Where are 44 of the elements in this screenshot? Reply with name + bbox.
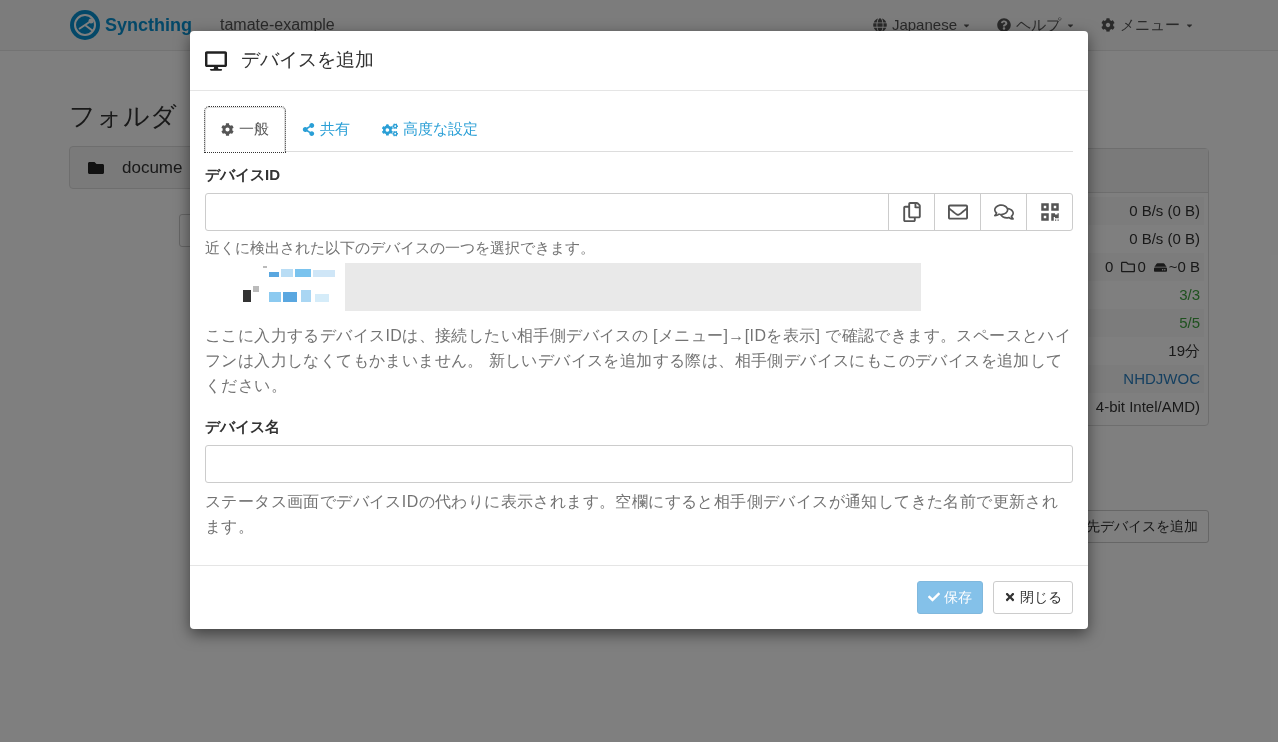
brand-name[interactable]: Syncthing	[105, 11, 192, 39]
tab[interactable]: 高度な設定	[367, 107, 493, 152]
folder-icon	[1121, 260, 1136, 274]
settings-icon	[1101, 18, 1115, 32]
folder-count: 0	[1137, 256, 1146, 277]
copy-icon	[901, 201, 922, 222]
device-id-link[interactable]: NHDJWOC	[1123, 367, 1200, 391]
device-name-field[interactable]	[205, 444, 1073, 483]
help-text: 近くに検出された以下のデバイスの一つを選択できます。	[205, 237, 596, 258]
stat-value: 0 B/s (0 B)	[1129, 200, 1200, 221]
dialog-title: デバイスを追加	[241, 48, 374, 73]
gears-icon	[382, 121, 398, 138]
tab[interactable]: 一般	[205, 107, 285, 152]
nav-menu[interactable]: メニュー	[1101, 13, 1194, 37]
device-name: tamate-example	[220, 15, 335, 35]
nav-menu[interactable]: Japanese	[872, 13, 971, 37]
stat-value: 4-bit Intel/AMD)	[1095, 396, 1200, 417]
drive-icon	[1153, 260, 1167, 274]
field-label: デバイスID	[205, 165, 281, 185]
size-value: ~0 B	[1168, 256, 1200, 277]
file-count: 0	[1105, 256, 1114, 277]
gear-icon	[221, 123, 234, 136]
share-icon	[302, 123, 315, 136]
logo-icon	[69, 9, 101, 41]
speech-bubbles-icon	[993, 201, 1014, 222]
qr-code-icon	[1039, 201, 1060, 222]
globe-icon	[872, 18, 887, 32]
device-id-field[interactable]	[205, 192, 1073, 231]
tab[interactable]: 共有	[287, 107, 365, 152]
close-button[interactable]: 閉じる	[993, 580, 1073, 614]
stat-value: 3/3	[1179, 284, 1200, 305]
stat-value: 0 B/s (0 B)	[1129, 228, 1200, 249]
folder-name: docume	[122, 156, 183, 179]
stat-value: 5/5	[1179, 312, 1200, 333]
help-text: ここに入力するデバイスIDは、接続したい相手側デバイスの [メニュー]→[IDを表示] で確認できます。スペースとハイフンは入力しなくてもかまいません。 新しいデバイスを追加する際は、相手側デバイスにもこのデバイスを追加してください。	[205, 326, 1073, 396]
help-text: ステータス画面でデバイスIDの代わりに表示されます。空欄にすると相手側デバイスが通知してきた名前で更新されます。	[205, 491, 1060, 537]
folders-heading: フォルダ	[69, 100, 177, 133]
field-label: デバイス名	[205, 417, 281, 437]
folder-icon	[88, 159, 104, 176]
help-icon	[997, 18, 1011, 32]
check-icon	[928, 591, 940, 603]
stat-value: 19分	[1168, 340, 1200, 361]
close-icon	[1004, 591, 1016, 603]
monitor-icon	[205, 50, 227, 71]
